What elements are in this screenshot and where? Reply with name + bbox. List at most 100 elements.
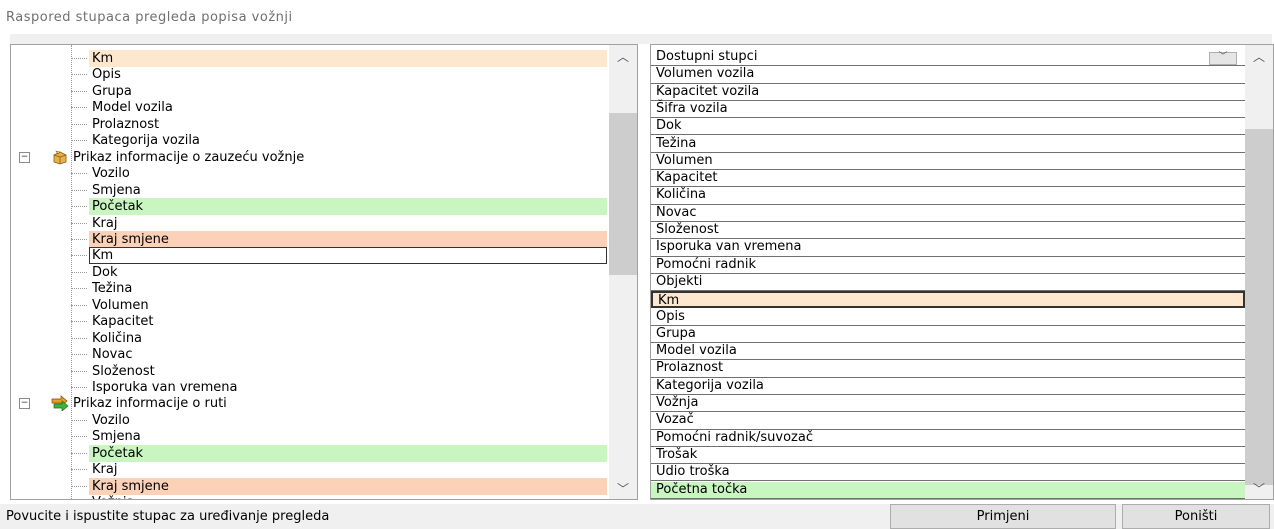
list-item[interactable]: Isporuka van vremena xyxy=(651,239,1245,257)
tree-item[interactable]: Kraj smjene xyxy=(11,477,607,495)
tree-item[interactable]: Početak xyxy=(11,198,607,216)
tree-item[interactable]: Dok xyxy=(11,264,607,281)
tree-group[interactable]: − Prikaz informacije o ruti xyxy=(11,395,607,413)
tree-scroll-thumb[interactable] xyxy=(609,113,637,275)
cancel-button[interactable]: Poništi xyxy=(1122,504,1270,529)
row-highlight xyxy=(89,198,607,216)
list-item[interactable]: Dok xyxy=(651,118,1245,136)
collapse-icon[interactable]: − xyxy=(19,398,30,410)
tree-item-label: Prolaznost xyxy=(92,116,160,132)
tree-item-label: Model vozila xyxy=(92,100,173,116)
apply-button[interactable]: Primjeni xyxy=(890,504,1116,529)
list-scroll-down-arrow-icon[interactable]: ﹀ xyxy=(1251,483,1267,495)
list-item[interactable]: Trošak xyxy=(651,447,1245,465)
tree-dots xyxy=(71,222,87,224)
route-arrow-icon xyxy=(51,395,69,413)
list-item[interactable]: Novac xyxy=(651,205,1245,222)
list-item[interactable]: Količina xyxy=(651,187,1245,205)
list-item[interactable]: Grupa xyxy=(651,326,1245,344)
tree-dots xyxy=(71,123,87,125)
tree-item-label: Kraj smjene xyxy=(92,478,169,494)
list-item[interactable]: Opis xyxy=(651,309,1245,326)
tree-group-label: Prikaz informacije o ruti xyxy=(73,396,227,412)
tree-dots xyxy=(71,206,87,208)
tree-item-label: Početak xyxy=(92,199,144,215)
list-item[interactable]: Udio troška xyxy=(651,464,1245,482)
list-item[interactable]: Složenost xyxy=(651,222,1245,240)
tree-item-label: Vozilo xyxy=(92,412,130,428)
tree-item[interactable]: Isporuka van vremena xyxy=(11,379,607,396)
tree-scrollbar[interactable]: ︿ ﹀ xyxy=(609,45,637,499)
dropdown-icon[interactable]: ﹀ xyxy=(1209,52,1237,65)
scroll-down-arrow-icon[interactable]: ﹀ xyxy=(615,483,631,495)
list-scrollbar[interactable]: ︿ ﹀ xyxy=(1245,45,1273,499)
tree-dots xyxy=(71,436,87,438)
list-item[interactable]: Težina xyxy=(651,136,1245,153)
tree-item-label: Smjena xyxy=(92,429,141,445)
list-item-label: Model vozila xyxy=(656,343,737,359)
tree-item[interactable]: Kraj xyxy=(11,461,607,478)
available-columns-list[interactable]: Dostupni stupci ﹀ Volumen vozila Kapacitet … xyxy=(650,44,1274,500)
tree-dots xyxy=(71,255,87,257)
list-scroll-thumb[interactable] xyxy=(1245,129,1273,485)
list-item[interactable]: Vožnja xyxy=(651,395,1245,413)
list-item[interactable]: Kapacitet xyxy=(651,170,1245,188)
row-highlight xyxy=(89,444,607,462)
list-header[interactable]: Dostupni stupci ﹀ xyxy=(651,49,1245,67)
list-item[interactable]: Km xyxy=(651,291,1245,309)
list-item[interactable]: Pomoćni radnik xyxy=(651,257,1245,274)
tree-item[interactable]: Grupa xyxy=(11,83,607,100)
tree-item[interactable]: Kategorija vozila xyxy=(11,132,607,149)
tree-item-label: Kapacitet xyxy=(92,314,154,330)
tree-dots xyxy=(71,337,87,339)
dialog-title: Raspored stupaca pregleda popisa vožnji xyxy=(6,10,293,25)
list-scroll-up-arrow-icon[interactable]: ︿ xyxy=(1251,51,1267,63)
tree-dots xyxy=(71,173,87,175)
list-item[interactable]: Volumen vozila xyxy=(651,66,1245,84)
tree-item[interactable]: Kraj smjene xyxy=(11,230,607,248)
tree-item[interactable]: Težina xyxy=(11,280,607,297)
tree-item[interactable]: Složenost xyxy=(11,363,607,380)
scroll-up-arrow-icon[interactable]: ︿ xyxy=(615,51,631,63)
list-item[interactable]: Pomoćni radnik/suvozač xyxy=(651,430,1245,447)
tree-dots xyxy=(71,354,87,356)
column-tree[interactable]: Km Opis Grupa Model vozila Prolaznost Kategor… xyxy=(10,44,638,500)
tree-item[interactable]: Vozilo xyxy=(11,412,607,429)
list-item[interactable]: Vozač xyxy=(651,412,1245,430)
tree-item-label: Smjena xyxy=(92,182,141,198)
tree-item[interactable]: Vožnja xyxy=(11,494,607,499)
tree-group[interactable]: − Prikaz informacije o zauzeću vožnje xyxy=(11,149,607,166)
tree-item[interactable]: Prolaznost xyxy=(11,116,607,133)
tree-dots xyxy=(71,238,87,240)
tree-item[interactable]: Početak xyxy=(11,444,607,462)
list-item-label: Kategorija vozila xyxy=(656,377,764,393)
tree-item[interactable]: Kapacitet xyxy=(11,313,607,330)
tree-item-label: Količina xyxy=(92,330,143,346)
list-item[interactable]: Početna točka xyxy=(651,481,1245,499)
list-item-label: Km xyxy=(658,293,680,309)
tree-item-label: Opis xyxy=(92,67,121,83)
list-item[interactable]: Kategorija vozila xyxy=(651,378,1245,395)
tree-item[interactable]: Opis xyxy=(11,66,607,83)
list-item-label: Novac xyxy=(656,204,697,220)
tree-item[interactable]: Km xyxy=(11,247,607,265)
collapse-icon[interactable]: − xyxy=(19,151,30,163)
list-item[interactable]: Objekti xyxy=(651,274,1245,292)
tree-dots xyxy=(71,419,87,421)
list-item[interactable]: Kapacitet vozila xyxy=(651,84,1245,101)
tree-item[interactable]: Smjena xyxy=(11,182,607,199)
tree-item[interactable]: Vozilo xyxy=(11,165,607,182)
list-item[interactable]: Model vozila xyxy=(651,343,1245,361)
tree-item[interactable]: Model vozila xyxy=(11,99,607,116)
tree-item[interactable]: Količina xyxy=(11,330,607,347)
tree-item[interactable]: Kraj xyxy=(11,215,607,232)
tree-item[interactable]: Novac xyxy=(11,346,607,363)
tree-item[interactable]: Volumen xyxy=(11,297,607,314)
tree-item[interactable]: Smjena xyxy=(11,428,607,445)
list-item-label: Kapacitet xyxy=(656,170,718,186)
tree-item[interactable]: Km xyxy=(11,50,607,67)
list-item-label: Šifra vozila xyxy=(656,100,728,116)
list-item[interactable]: Volumen xyxy=(651,153,1245,171)
list-item[interactable]: Prolaznost xyxy=(651,360,1245,378)
list-item[interactable]: Šifra vozila xyxy=(651,100,1245,119)
